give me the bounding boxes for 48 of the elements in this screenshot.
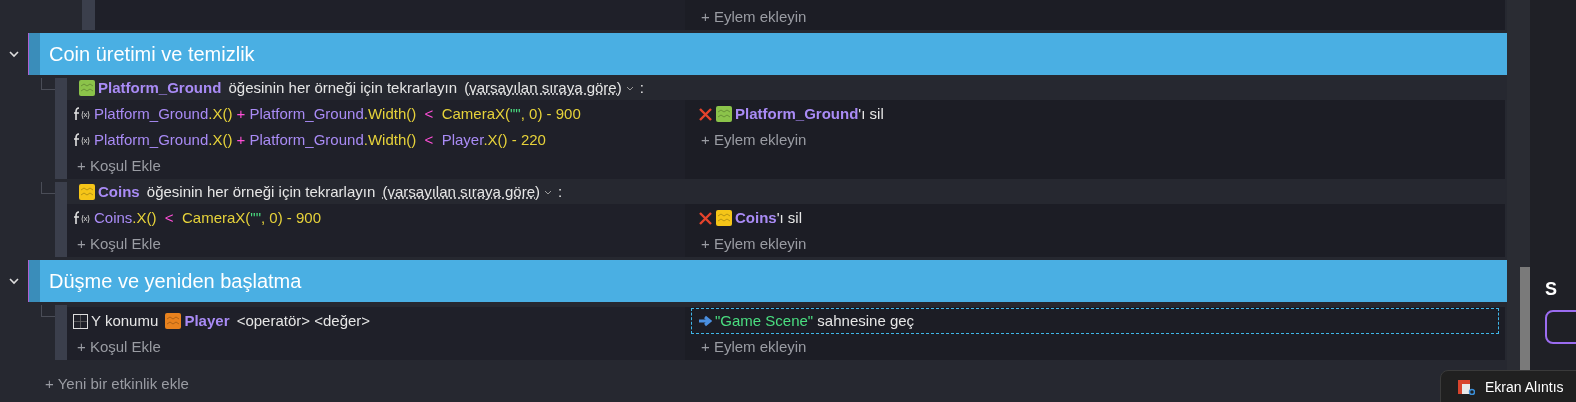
action-text[interactable]: "Game Scene" sahnesine geç [715, 309, 915, 333]
arrow-icon [698, 313, 712, 329]
group-title: Coin üretimi ve temizlik [49, 42, 255, 67]
action-text[interactable]: Coins'ı sil [735, 206, 803, 230]
add-condition-link[interactable]: + Koşul Ekle [77, 154, 161, 178]
condition-text[interactable]: Y konumu [91, 309, 163, 333]
add-action-link[interactable]: + Eylem ekleyin [701, 128, 807, 152]
notification-toast[interactable]: Ekran Alıntıs [1440, 370, 1576, 402]
function-icon [73, 132, 91, 148]
object-name[interactable]: Coins [98, 180, 140, 204]
order-link[interactable]: (varsayılan sıraya göre) [382, 180, 541, 204]
toast-text: Ekran Alıntıs [1485, 379, 1564, 395]
delete-icon [698, 210, 713, 226]
chevron-icon[interactable] [8, 48, 20, 60]
group-title: Düşme ve yeniden başlatma [49, 269, 302, 294]
action-text[interactable]: Platform_Ground'ı sil [735, 102, 884, 126]
condition-expression[interactable]: Coins.X() < CameraX("", 0) - 900 [94, 206, 321, 230]
object-name[interactable]: Player [184, 309, 230, 333]
add-action-link[interactable]: + Eylem ekleyin [701, 232, 807, 256]
add-action-link[interactable]: + Eylem ekleyin [701, 5, 807, 29]
condition-expression[interactable]: Platform_Ground.X() + Platform_Ground.Width() < Player.X() - 220 [94, 128, 546, 152]
delete-icon [698, 106, 713, 122]
chevron-icon[interactable] [624, 84, 635, 92]
chevron-icon[interactable] [8, 275, 20, 287]
add-action-link[interactable]: + Eylem ekleyin [701, 335, 807, 359]
object-name[interactable]: Platform_Ground [98, 76, 222, 100]
colon-text: : [558, 181, 563, 202]
action-row[interactable]: "Game Scene" sahnesine geç [691, 308, 1499, 334]
add-condition-link[interactable]: + Koşul Ekle [77, 335, 161, 359]
chevron-icon[interactable] [543, 188, 554, 196]
group-handle[interactable] [28, 33, 40, 75]
scissors-app-icon [1457, 379, 1475, 395]
function-icon [73, 210, 91, 226]
add-event-link[interactable]: + Yeni bir etkinlik ekle [45, 375, 189, 392]
panel-button[interactable] [1545, 310, 1576, 344]
event-text: öğesinin her örneği için tekrarlayın [145, 181, 377, 202]
order-link[interactable]: (varsayılan sıraya göre) [464, 76, 622, 100]
position-icon [73, 313, 88, 329]
event-text: öğesinin her örneği için tekrarlayın [227, 77, 458, 98]
action-row[interactable]: Coins'ı sil [691, 205, 1499, 231]
function-icon [73, 106, 91, 122]
group-handle[interactable] [28, 260, 40, 302]
action-row[interactable]: Platform_Ground'ı sil [691, 101, 1499, 127]
colon-text: : [639, 77, 644, 98]
add-condition-link[interactable]: + Koşul Ekle [77, 232, 161, 256]
condition-expression[interactable]: Platform_Ground.X() + Platform_Ground.Width() < CameraX("", 0) - 900 [94, 102, 581, 126]
condition-text[interactable]: <operatör> <değer> [232, 309, 371, 333]
panel-heading: S [1545, 280, 1558, 298]
